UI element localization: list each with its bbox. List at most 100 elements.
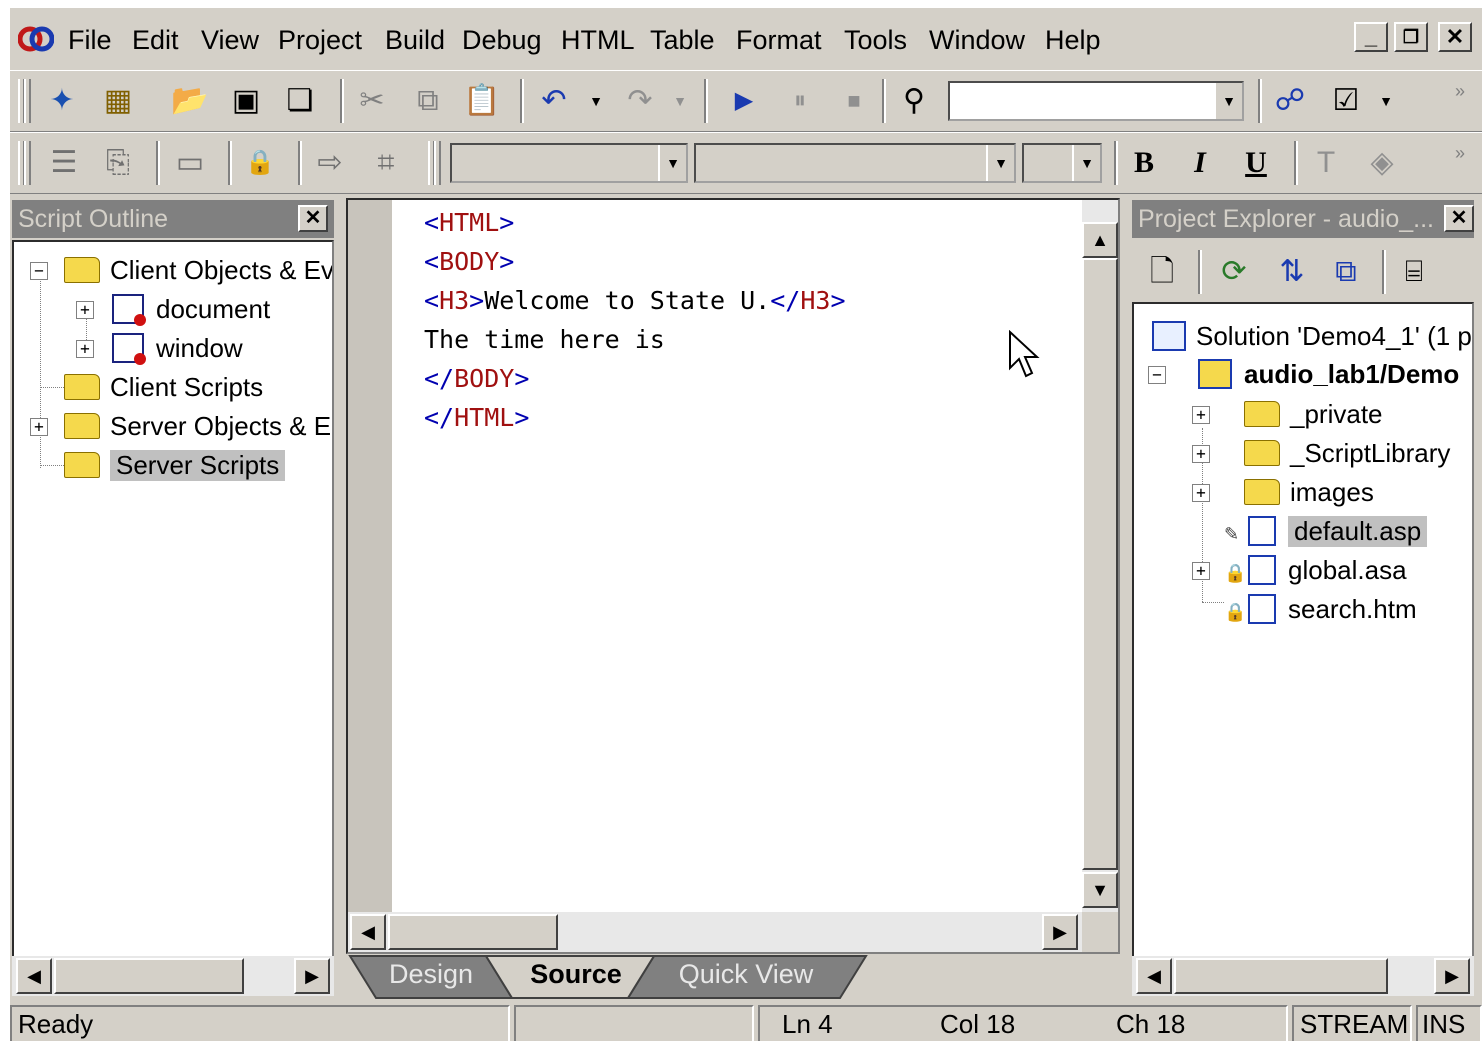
redo-dropdown-icon[interactable]: ▼ [660,81,700,121]
menu-window[interactable]: Window [929,24,1025,56]
code-line[interactable]: The time here is [424,325,665,354]
project-node[interactable]: audio_lab1/Demo [1198,356,1459,392]
block-format-combo[interactable]: ▼ [450,143,688,183]
scroll-up-button[interactable]: ▲ [1082,222,1118,258]
project-explorer-hscroll[interactable]: ◀ ▶ [1132,956,1474,996]
script-block-icon[interactable]: ⎘ [98,143,138,183]
scroll-left-button[interactable]: ◀ [1136,958,1172,994]
editor-vscroll[interactable]: ▲ ▼ [1082,200,1118,912]
bring-forward-icon[interactable]: ⇨ [310,143,350,183]
code-line[interactable]: <HTML> [424,208,514,237]
project-item-default-asp[interactable]: ✎ default.asp [1224,513,1428,549]
font-size-combo[interactable]: ▼ [1022,143,1102,183]
save-all-icon[interactable]: ❏ [280,81,320,121]
close-script-outline-button[interactable]: ✕ [298,205,328,232]
script-outline-hscroll[interactable]: ◀ ▶ [12,956,334,996]
minimize-button[interactable]: _ [1354,22,1388,52]
scroll-down-button[interactable]: ▼ [1082,872,1118,908]
restore-button[interactable]: ❐ [1394,22,1428,52]
task-dropdown-icon[interactable]: ▼ [1366,81,1406,121]
menu-tools[interactable]: Tools [844,24,907,56]
menu-view[interactable]: View [201,24,259,56]
code-line[interactable]: <H3>Welcome to State U.</H3> [424,286,846,315]
font-color-icon[interactable]: T [1306,143,1346,183]
project-explorer-icon[interactable]: ☍ [1270,81,1310,121]
expand-toggle[interactable]: + [1192,406,1210,424]
redo-icon[interactable]: ↷ [620,81,660,121]
tree-node-server-scripts[interactable]: Server Scripts [64,447,286,483]
table-icon[interactable]: ☰ [44,143,84,183]
chevron-down-icon[interactable]: ▼ [1072,145,1100,181]
menu-table[interactable]: Table [650,24,715,56]
underline-button[interactable]: U [1236,143,1276,183]
collapse-toggle[interactable]: − [1148,366,1166,384]
project-item-scriptlibrary[interactable]: _ScriptLibrary [1244,435,1450,471]
tab-quick-view[interactable]: Quick View [656,954,836,998]
properties-icon[interactable]: 🗋 [1142,252,1182,292]
absolute-position-icon[interactable]: ⌗ [366,143,406,183]
chevron-down-icon[interactable]: ▼ [1214,83,1242,119]
refresh-icon[interactable]: ⟳ [1214,252,1254,292]
code-editor[interactable]: <HTML> <BODY> <H3>Welcome to State U.</H3>… [392,200,1082,912]
expand-toggle[interactable]: + [1192,484,1210,502]
open-icon[interactable]: 📂 [170,81,210,121]
pause-icon[interactable]: ⏸ [780,81,820,121]
menu-format[interactable]: Format [736,24,822,56]
toolbar-grip[interactable] [24,79,31,123]
task-list-icon[interactable]: ☑ [1326,81,1366,121]
menu-debug[interactable]: Debug [462,24,542,56]
expand-toggle[interactable]: + [76,301,94,319]
new-project-icon[interactable]: ✦ [42,81,82,121]
chevron-down-icon[interactable]: ▼ [658,145,686,181]
tab-source[interactable]: Source [506,954,646,998]
tab-design[interactable]: Design [376,954,486,998]
toolbar-grip[interactable] [434,141,441,185]
expand-toggle[interactable]: + [76,340,94,358]
add-item-icon[interactable]: ▦ [98,81,138,121]
chevron-down-icon[interactable]: ▼ [986,145,1014,181]
bold-button[interactable]: B [1124,143,1164,183]
expand-toggle[interactable]: + [30,418,48,436]
find-combo[interactable]: ▼ [948,81,1244,121]
scroll-thumb[interactable] [54,958,244,994]
code-line[interactable]: <BODY> [424,247,514,276]
solution-node[interactable]: Solution 'Demo4_1' (1 pr [1152,318,1472,354]
undo-dropdown-icon[interactable]: ▼ [576,81,616,121]
expand-toggle[interactable]: + [1192,445,1210,463]
font-combo[interactable]: ▼ [694,143,1016,183]
layout-icon[interactable]: ▭ [170,143,210,183]
stop-icon[interactable]: ■ [834,81,874,121]
tree-node-client-scripts[interactable]: Client Scripts [64,369,263,405]
menu-html[interactable]: HTML [561,24,635,56]
copy-icon[interactable]: ⧉ [408,81,448,121]
tree-node-client-objects[interactable]: Client Objects & Ev [64,252,332,288]
tree-node-document[interactable]: document [112,291,270,327]
paste-icon[interactable]: 📋 [462,81,502,121]
close-window-button[interactable]: ✕ [1438,22,1472,52]
scroll-thumb[interactable] [1082,258,1118,870]
toolbar-grip[interactable] [24,141,31,185]
tree-node-window[interactable]: window [112,330,243,366]
find-icon[interactable]: ⚲ [894,81,934,121]
project-item-search-htm[interactable]: 🔒 search.htm [1224,591,1417,627]
toolbar-overflow-icon[interactable]: » [1440,71,1480,111]
project-item-global-asa[interactable]: 🔒 global.asa [1224,552,1407,588]
scroll-right-button[interactable]: ▶ [1434,958,1470,994]
collapse-toggle[interactable]: − [30,262,48,280]
code-line[interactable]: </BODY> [424,364,529,393]
scroll-right-button[interactable]: ▶ [1042,914,1078,950]
expand-toggle[interactable]: + [1192,562,1210,580]
menu-file[interactable]: File [68,24,112,56]
code-line[interactable]: </HTML> [424,403,529,432]
scroll-right-button[interactable]: ▶ [294,958,330,994]
scroll-left-button[interactable]: ◀ [16,958,52,994]
italic-button[interactable]: I [1180,143,1220,183]
editor-hscroll[interactable]: ◀ ▶ [348,912,1082,952]
project-item-images[interactable]: images [1244,474,1374,510]
scroll-thumb[interactable] [388,914,558,950]
scroll-thumb[interactable] [1174,958,1388,994]
highlight-icon[interactable]: ◈ [1362,143,1402,183]
cut-icon[interactable]: ✂ [352,81,392,121]
toolbar-overflow-icon[interactable]: » [1440,133,1480,173]
view-code-icon[interactable]: ⌸ [1394,252,1434,292]
